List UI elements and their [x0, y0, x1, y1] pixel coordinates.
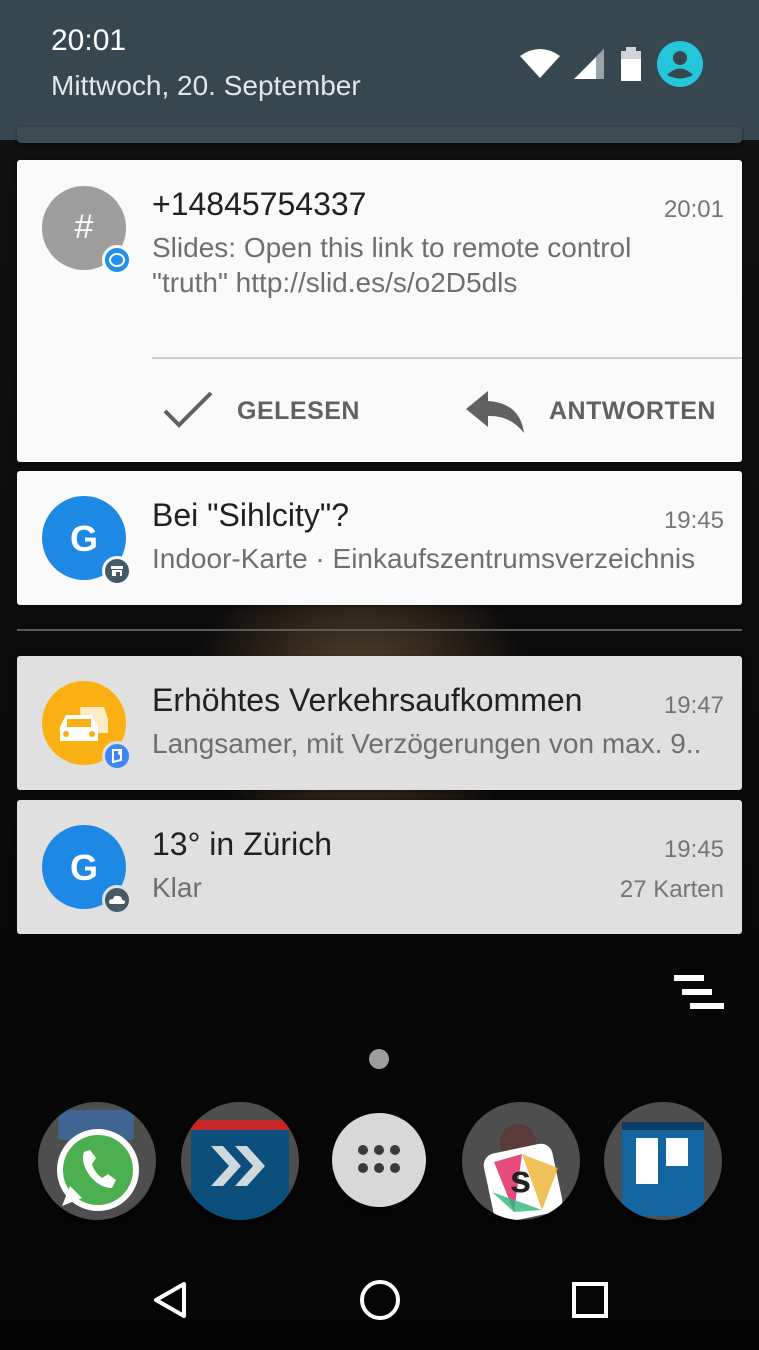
mark-read-label: GELESEN — [237, 397, 360, 425]
notification-title: 13° in Zürich — [152, 826, 332, 862]
whatsapp-icon[interactable] — [38, 1102, 156, 1220]
status-date: Mittwoch, 20. September — [51, 70, 361, 101]
notification-time: 19:45 — [663, 507, 724, 534]
reply-label: ANTWORTEN — [549, 397, 716, 425]
signal-badge-icon — [102, 245, 132, 275]
system-icons — [520, 40, 704, 88]
page-indicator-dot — [369, 1049, 389, 1069]
notification-google-place[interactable]: G Bei "Sihlcity"? 19:45 Indoor-Karte · E… — [17, 471, 742, 605]
quick-settings-header[interactable]: 20:01 Mittwoch, 20. September — [0, 0, 759, 143]
back-icon[interactable] — [150, 1280, 190, 1320]
maps-badge-icon — [102, 741, 132, 771]
reply-icon — [466, 391, 524, 433]
slack-icon[interactable]: s — [462, 1102, 580, 1220]
action-divider — [152, 357, 742, 359]
recents-icon[interactable] — [570, 1280, 610, 1320]
notification-text: Klar — [152, 872, 202, 903]
notification-traffic[interactable]: Erhöhtes Verkehrsaufkommen 19:47 Langsam… — [17, 656, 742, 790]
notification-text-line2: "truth" http://slid.es/s/o2D5dls — [152, 267, 518, 298]
store-badge-icon — [102, 556, 132, 586]
header-strip — [17, 127, 742, 143]
mark-read-button[interactable]: GELESEN — [157, 385, 397, 445]
app-arrows-icon[interactable] — [181, 1102, 299, 1220]
notification-text-line1: Slides: Open this link to remote control — [152, 232, 632, 263]
reply-button[interactable]: ANTWORTEN — [462, 385, 732, 445]
notification-title: Bei "Sihlcity"? — [152, 497, 350, 533]
notification-message[interactable]: # +14845754337 20:01 Slides: Open this l… — [17, 160, 742, 462]
svg-text:s: s — [510, 1159, 531, 1201]
google-g-icon: G — [69, 518, 98, 559]
notification-title: Erhöhtes Verkehrsaufkommen — [152, 682, 583, 718]
battery-icon — [621, 47, 641, 81]
app-drawer-icon[interactable] — [332, 1113, 426, 1207]
notification-title: +14845754337 — [152, 186, 367, 222]
notification-time: 19:45 — [663, 836, 724, 863]
notification-text: Indoor-Karte · Einkaufszentrumsverzeichn… — [152, 543, 696, 574]
trello-icon[interactable] — [604, 1102, 722, 1220]
notification-time: 19:47 — [663, 692, 724, 719]
notification-weather[interactable]: G 13° in Zürich 19:45 Klar 27 Karten — [17, 800, 742, 934]
google-g-icon: G — [69, 847, 98, 888]
cloud-badge-icon — [102, 885, 132, 915]
wifi-icon — [520, 49, 560, 78]
notification-extra: 27 Karten — [619, 876, 724, 903]
home-icon[interactable] — [358, 1278, 402, 1322]
status-clock: 20:01 — [51, 24, 127, 57]
notification-group-divider — [17, 629, 742, 631]
clear-all-icon[interactable] — [672, 973, 726, 1013]
avatar-letter: # — [74, 208, 94, 246]
account-icon[interactable] — [656, 40, 704, 88]
cell-signal-icon — [574, 49, 604, 79]
notification-text: Langsamer, mit Verzögerungen von max. 9.… — [152, 728, 702, 759]
check-icon — [163, 391, 213, 428]
notification-time: 20:01 — [663, 196, 724, 223]
